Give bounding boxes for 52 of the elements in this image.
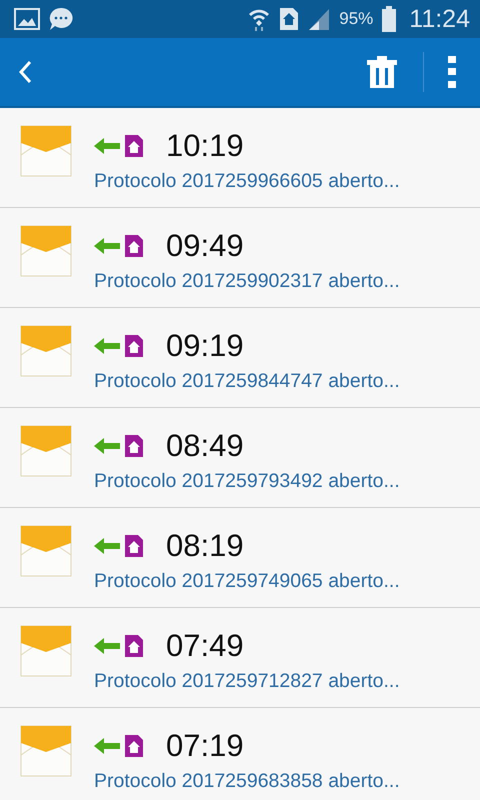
back-icon: [18, 60, 32, 84]
message-preview: Protocolo 2017259712827 aberto...: [94, 670, 400, 693]
incoming-arrow-icon: [94, 638, 120, 654]
message-preview: Protocolo 2017259902317 aberto...: [94, 270, 400, 293]
incoming-arrow-icon: [94, 138, 120, 154]
sim-icon: [124, 334, 144, 358]
trash-icon: [365, 55, 399, 89]
message-item[interactable]: 07:19 Protocolo 2017259683858 aberto...: [0, 708, 480, 800]
message-item[interactable]: 08:49 Protocolo 2017259793492 aberto...: [0, 408, 480, 508]
battery-icon: [381, 6, 398, 32]
message-item[interactable]: 07:49 Protocolo 2017259712827 aberto...: [0, 608, 480, 708]
message-time: 08:19: [166, 528, 244, 564]
message-item[interactable]: 09:49 Protocolo 2017259902317 aberto...: [0, 208, 480, 308]
envelope-icon: [20, 725, 72, 777]
message-item[interactable]: 08:19 Protocolo 2017259749065 aberto...: [0, 508, 480, 608]
gallery-icon: [14, 8, 40, 30]
envelope-icon: [20, 125, 72, 177]
envelope-icon: [20, 325, 72, 377]
incoming-arrow-icon: [94, 238, 120, 254]
sim-icon: [124, 734, 144, 758]
message-time: 07:19: [166, 728, 244, 764]
message-time: 09:19: [166, 328, 244, 364]
message-preview: Protocolo 2017259749065 aberto...: [94, 570, 400, 593]
incoming-arrow-icon: [94, 438, 120, 454]
battery-percentage: 95%: [339, 9, 374, 29]
incoming-arrow-icon: [94, 738, 120, 754]
envelope-icon: [20, 525, 72, 577]
signal-icon: [307, 7, 332, 31]
sim-icon: [124, 434, 144, 458]
message-preview: Protocolo 2017259683858 aberto...: [94, 770, 400, 793]
sim-icon: [124, 134, 144, 158]
message-preview: Protocolo 2017259793492 aberto...: [94, 470, 400, 493]
status-time: 11:24: [409, 4, 470, 34]
message-item[interactable]: 10:19 Protocolo 2017259966605 aberto...: [0, 108, 480, 208]
sim-icon: [279, 7, 300, 31]
envelope-icon: [20, 225, 72, 277]
message-time: 07:49: [166, 628, 244, 664]
message-item[interactable]: 09:19 Protocolo 2017259844747 aberto...: [0, 308, 480, 408]
envelope-icon: [20, 425, 72, 477]
message-preview: Protocolo 2017259966605 aberto...: [94, 170, 400, 193]
sim-icon: [124, 634, 144, 658]
incoming-arrow-icon: [94, 338, 120, 354]
more-icon: [448, 56, 456, 88]
message-time: 10:19: [166, 128, 244, 164]
chat-icon: [48, 6, 74, 32]
envelope-icon: [20, 625, 72, 677]
message-time: 09:49: [166, 228, 244, 264]
sim-icon: [124, 234, 144, 258]
message-preview: Protocolo 2017259844747 aberto...: [94, 370, 400, 393]
sim-icon: [124, 534, 144, 558]
incoming-arrow-icon: [94, 538, 120, 554]
message-time: 08:49: [166, 428, 244, 464]
